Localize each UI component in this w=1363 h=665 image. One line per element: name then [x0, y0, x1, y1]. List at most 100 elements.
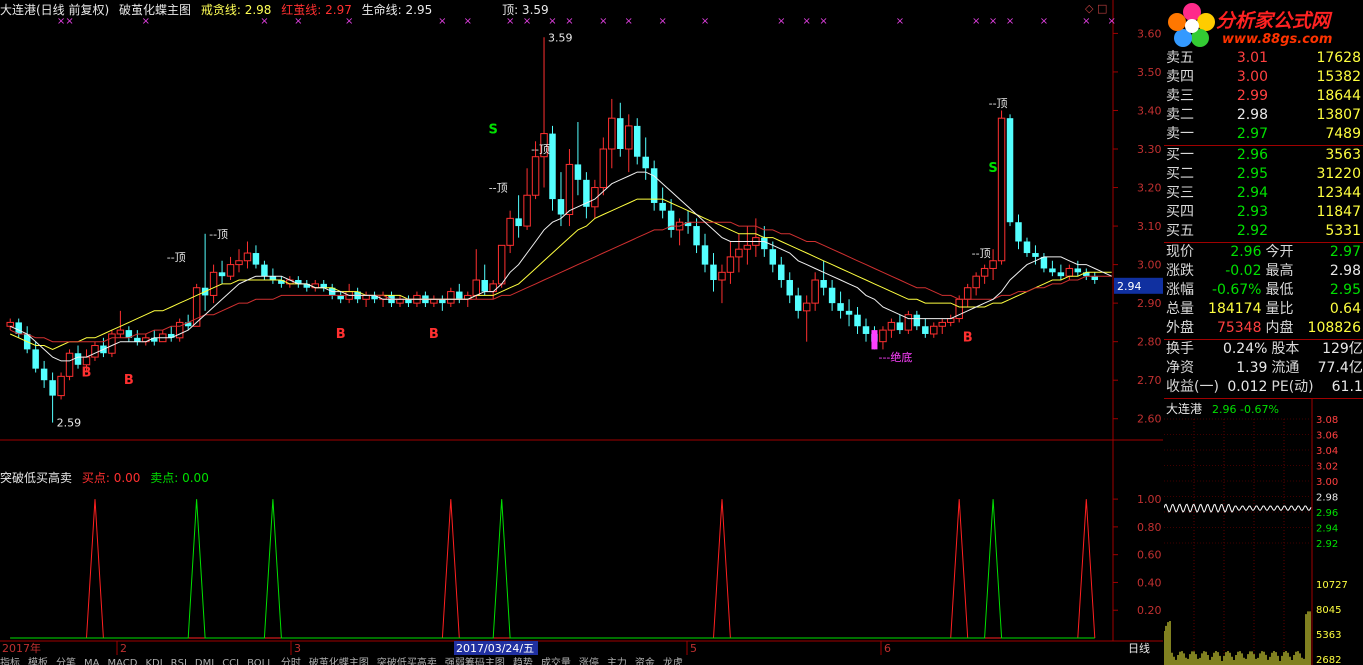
- quote-row: 买二 2.95 31220: [1164, 165, 1363, 184]
- stat-label: 最低: [1265, 282, 1294, 298]
- indicator-tab[interactable]: 突破低买高卖: [377, 658, 437, 665]
- candle-down: [922, 326, 929, 334]
- mini-volume-tick: 2682: [1316, 655, 1341, 665]
- indicator-tab[interactable]: 资金: [635, 658, 655, 665]
- signal-label: S: [988, 161, 997, 176]
- quote-row: 卖五 3.01 17628: [1164, 49, 1363, 68]
- indicator-tab[interactable]: 分笔: [56, 658, 76, 665]
- candle-down: [633, 125, 641, 157]
- window-controls[interactable]: ◇ □: [1085, 2, 1107, 15]
- indicator-tab[interactable]: MACD: [107, 658, 137, 665]
- candle-down: [1091, 276, 1098, 281]
- quote-row: 买一 2.96 3563: [1164, 146, 1363, 165]
- candle-up: [235, 260, 243, 266]
- candle-down: [439, 299, 446, 304]
- restore-icon[interactable]: □: [1097, 2, 1107, 15]
- sell-point-label: 卖点: 0.00: [150, 471, 209, 485]
- candle-down: [252, 253, 260, 265]
- candle-up: [531, 156, 540, 196]
- stat-value: 75348: [1216, 320, 1262, 336]
- kline-chart[interactable]: 2.60 2.70 2.80 2.90 3.00 3.10 3.20 3.30 3.40 3.50…: [0, 0, 1163, 665]
- candle-down: [134, 337, 141, 342]
- quote-volume: 3563: [1325, 147, 1361, 163]
- stat-row: 涨跌 -0.02 最高 2.98: [1164, 262, 1363, 281]
- mini-price-tick: 3.02: [1316, 462, 1338, 473]
- site-logo: 分析家公式网 www.88gs.com: [1164, 0, 1363, 52]
- quote-row: 买四 2.93 11847: [1164, 203, 1363, 222]
- stat-label: 股本: [1271, 341, 1300, 357]
- candle-up: [243, 252, 252, 262]
- quote-price: 3.01: [1236, 50, 1268, 66]
- quote-label: 买一: [1166, 147, 1194, 163]
- intraday-mini-chart[interactable]: 大连港 2.96 -0.67%3.083.063.043.023.002.982.9…: [1164, 399, 1363, 665]
- stat-label: 净资: [1166, 360, 1194, 376]
- candle-down: [820, 280, 827, 288]
- y-tick-label: 3.10: [1137, 220, 1162, 233]
- stat-value: 108826: [1307, 320, 1361, 336]
- indicator-tab[interactable]: RSI: [171, 658, 187, 665]
- candle-up: [82, 356, 91, 366]
- mini-volume-tick: 8045: [1316, 605, 1341, 616]
- mini-price-tick: 3.00: [1316, 477, 1338, 488]
- candle-down: [828, 287, 836, 304]
- price-annotation: --顶: [989, 97, 1008, 110]
- y-tick-label: 3.30: [1137, 143, 1162, 156]
- indicator-tab[interactable]: 趋势: [513, 658, 533, 665]
- quote-price: 2.98: [1236, 107, 1268, 123]
- top-marker: ×: [972, 16, 980, 27]
- candle-down: [778, 264, 785, 281]
- indicator-tab[interactable]: 龙虎: [663, 658, 683, 665]
- indicator-tab[interactable]: 成交量: [541, 658, 571, 665]
- candle-up: [565, 163, 574, 216]
- indicator-tab[interactable]: 破茧化蝶主图: [309, 658, 369, 665]
- quote-price: 2.93: [1236, 204, 1268, 220]
- indicator-tab[interactable]: MA: [84, 658, 99, 665]
- price-annotation: --顶: [167, 251, 186, 264]
- logo-name: 分析家公式网: [1216, 10, 1331, 32]
- candle-down: [1040, 256, 1048, 269]
- stats-table: 现价 2.96 今开 2.97 涨跌 -0.02 最高 2.98 涨幅 -0.67% 最低 2.95 总…: [1164, 243, 1363, 338]
- candle-up: [997, 117, 1006, 262]
- candle-down: [761, 237, 768, 250]
- indicator-tab[interactable]: 指标: [0, 658, 20, 665]
- indicator-tabs[interactable]: 指标 模板 分笔 MA MACD KDJ RSI DMI CCI BOLL 分时 破茧化蝶主图 突破低买…: [0, 654, 1163, 665]
- quote-price: 2.94: [1236, 185, 1268, 201]
- stat-label: 今开: [1265, 244, 1294, 260]
- quote-label: 卖四: [1166, 69, 1194, 85]
- candle-down: [1015, 222, 1022, 242]
- jietan-line-label: 戒贪线: 2.98: [200, 3, 272, 17]
- date-axis[interactable]: 2017年 2 3 2017/03/24/五 5 6 日线: [0, 641, 1163, 655]
- indicator-tab[interactable]: 涨停: [579, 658, 599, 665]
- indicator-tab[interactable]: 主力: [607, 658, 627, 665]
- indicator-tab[interactable]: 分时: [281, 658, 301, 665]
- stat-label: 收益(一): [1166, 379, 1219, 395]
- top-marker: ×: [1006, 16, 1014, 27]
- candle-down: [49, 380, 56, 396]
- candle-down: [862, 326, 870, 334]
- indicator-tab[interactable]: DMI: [195, 658, 214, 665]
- signal-label: B: [963, 331, 973, 346]
- indicator-tab[interactable]: BOLL: [247, 658, 273, 665]
- stat-row: 总量 184174 量比 0.64: [1164, 300, 1363, 319]
- signal-line: [10, 499, 1095, 639]
- candle-down: [1049, 268, 1056, 273]
- signal-label: B: [429, 327, 439, 342]
- indicator-tab[interactable]: KDJ: [145, 658, 162, 665]
- expand-icon[interactable]: ◇: [1085, 2, 1093, 15]
- flower-logo-icon: [1168, 3, 1215, 47]
- mini-price-tick: 2.98: [1316, 493, 1338, 504]
- logo-url: www.88gs.com: [1222, 32, 1333, 47]
- stock-name: 大连港(日线 前复权): [0, 3, 110, 17]
- candle-down: [1023, 241, 1031, 254]
- indicator-tab[interactable]: 强弱筹码主图: [445, 658, 505, 665]
- candle-up: [226, 264, 235, 277]
- indicator-tab[interactable]: 模板: [28, 658, 48, 665]
- stats-table-2: 换手 0.24% 股本 129亿 净资 1.39 流通 77.4亿 收益(一) 0.012 PE(动…: [1164, 340, 1363, 397]
- quote-label: 卖五: [1166, 50, 1194, 66]
- y-tick-label: 2.90: [1137, 297, 1162, 310]
- candle-down: [1032, 253, 1039, 257]
- candle-down: [515, 218, 522, 227]
- ma-line: [9, 221, 1112, 343]
- indicator-tab[interactable]: CCI: [222, 658, 239, 665]
- candle-up: [963, 287, 972, 300]
